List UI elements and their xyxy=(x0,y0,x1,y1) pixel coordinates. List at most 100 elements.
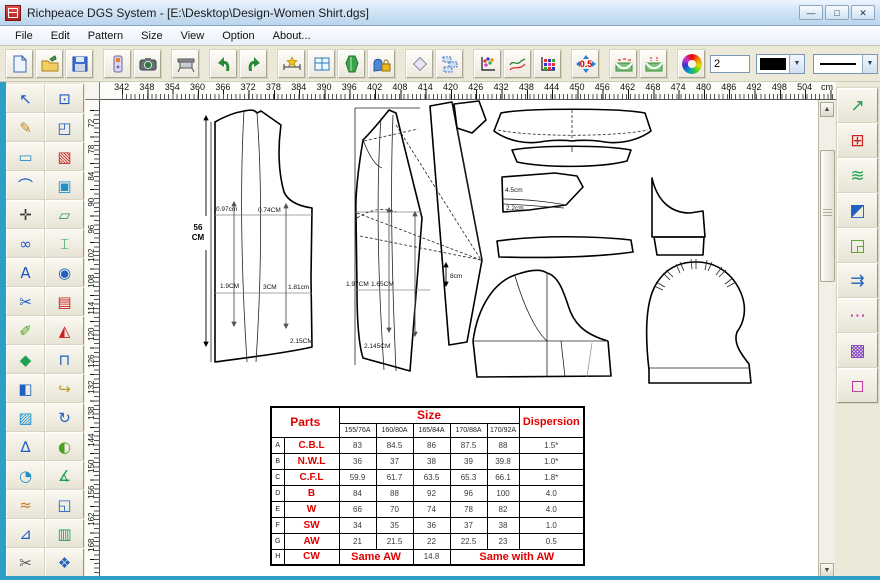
layer-piece-tool[interactable]: ◲ xyxy=(837,228,878,263)
eraser-button[interactable] xyxy=(406,50,433,78)
point-sequence-tool[interactable]: ⋯ xyxy=(837,298,878,333)
ruler-number: 492 xyxy=(741,82,766,99)
dispersion-header: Dispersion xyxy=(519,407,584,437)
split-piece-tool[interactable]: ◧ xyxy=(6,374,45,403)
photo-input-button[interactable] xyxy=(134,50,161,78)
dispersion-value: 1.5* xyxy=(519,437,584,453)
move-pattern-tool[interactable]: ↗ xyxy=(837,88,878,123)
scroll-up-icon[interactable]: ▲ xyxy=(820,102,834,117)
menu-item[interactable]: View xyxy=(172,28,214,44)
new-file-button[interactable] xyxy=(6,50,33,78)
part-name: C.B.L xyxy=(284,437,339,453)
triangle-ruler-tool[interactable]: ⊿ xyxy=(6,519,45,548)
front-facing-piece[interactable]: 8cm xyxy=(430,102,482,345)
shoulder-piece[interactable] xyxy=(454,101,486,133)
waistband-piece[interactable] xyxy=(497,237,633,258)
line-style-dropdown-arrow-icon[interactable]: ▼ xyxy=(862,55,877,73)
menu-item[interactable]: Option xyxy=(213,28,263,44)
mirror-piece-tool[interactable]: ⇉ xyxy=(837,263,878,298)
sleeve-piece[interactable] xyxy=(473,270,611,377)
ruler-number: 354 xyxy=(160,82,185,99)
line-color-dropdown[interactable]: ▼ xyxy=(756,54,805,74)
plotter-icon xyxy=(176,54,196,74)
seam-mark-tool[interactable]: ◻ xyxy=(837,368,878,403)
trace-curve-tool[interactable]: ≋ xyxy=(837,158,878,193)
dispersion-value: 1.0 xyxy=(519,517,584,533)
pattern-handles-tool[interactable]: ◩ xyxy=(837,193,878,228)
pattern-window-button[interactable] xyxy=(308,50,335,78)
spiral-tool[interactable]: ◔ xyxy=(6,461,45,490)
line-width-input[interactable] xyxy=(710,55,750,73)
dispersion-value: 4.0 xyxy=(519,501,584,517)
measure-distance-button[interactable] xyxy=(278,50,305,78)
table-row: G AW 21 21.5 22 22.5 23 0.5 xyxy=(271,533,584,549)
grading-step-button[interactable]: 0.5 xyxy=(572,50,599,78)
scrollbar-thumb[interactable] xyxy=(820,150,835,282)
save-button[interactable] xyxy=(66,50,93,78)
back-bodice-piece[interactable]: 0.97cm 0.74CM 1.9CM 3CM 1.81cm 2.15CM xyxy=(211,110,313,362)
menu-item[interactable]: Pattern xyxy=(79,28,132,44)
photo-input-icon xyxy=(138,54,158,74)
grid-plot-button[interactable] xyxy=(534,50,561,78)
copy-pattern-tool[interactable]: ⊞ xyxy=(837,123,878,158)
size-value: 37 xyxy=(376,453,413,469)
pleat-bag-tool[interactable]: ◆ xyxy=(6,345,45,374)
tool-icon: ⊿ xyxy=(19,525,32,543)
size-table[interactable]: Parts Size Dispersion 155/76A160/80A165/… xyxy=(270,406,585,566)
intersect-point-tool[interactable]: ✛ xyxy=(6,200,45,229)
point-plot-button[interactable] xyxy=(474,50,501,78)
seam-corner-button[interactable] xyxy=(640,50,667,78)
brush-tool[interactable]: ≈ xyxy=(6,490,45,519)
menu-item[interactable]: File xyxy=(6,28,42,44)
open-file-button[interactable] xyxy=(36,50,63,78)
eraser-tool[interactable]: ✐ xyxy=(6,316,45,345)
puff-sleeve-piece[interactable] xyxy=(647,259,751,383)
piece-list-button[interactable] xyxy=(436,50,463,78)
line-style-dropdown[interactable]: ▼ xyxy=(813,54,878,74)
close-button[interactable]: ✕ xyxy=(851,5,875,20)
menu-item[interactable]: Edit xyxy=(42,28,79,44)
seam-curve-button[interactable] xyxy=(610,50,637,78)
cut-tool[interactable]: ✂ xyxy=(6,287,45,316)
collar-stand-piece[interactable]: 4.5cm 2.2cm xyxy=(502,173,583,212)
digitizer-button[interactable] xyxy=(104,50,131,78)
scissors-tool[interactable]: ✂ xyxy=(6,548,45,576)
arc-tool[interactable]: ⌒ xyxy=(6,171,45,200)
design-canvas[interactable]: 0.97cm 0.74CM 1.9CM 3CM 1.81cm 2.15CM 56… xyxy=(100,100,818,580)
row-key: A xyxy=(271,437,284,453)
compass-tool[interactable]: A xyxy=(6,258,45,287)
ruler-number: 414 xyxy=(413,82,438,99)
lock-piece-button[interactable] xyxy=(368,50,395,78)
compare-length-tool[interactable]: ∞ xyxy=(6,229,45,258)
table-row: B N.W.L 36 37 38 39 39.8 1.0* xyxy=(271,453,584,469)
collar-band-piece[interactable] xyxy=(512,146,631,166)
ruler-number: 402 xyxy=(362,82,387,99)
size-value: 63.5 xyxy=(413,469,450,485)
show-piece-button[interactable] xyxy=(338,50,365,78)
line-color-dropdown-arrow-icon[interactable]: ▼ xyxy=(789,55,804,73)
tool-icon: ≈ xyxy=(19,496,32,514)
pleats-tool[interactable]: ▨ xyxy=(6,403,45,432)
menu-item[interactable]: About... xyxy=(264,28,320,44)
plotter-button[interactable] xyxy=(172,50,199,78)
ruler-number: 420 xyxy=(438,82,463,99)
overlay-pattern-tool[interactable]: ▩ xyxy=(837,333,878,368)
vertical-scrollbar[interactable]: ▲ ▼ xyxy=(818,100,835,580)
rectangle-tool[interactable]: ▭ xyxy=(6,142,45,171)
color-wheel-button[interactable] xyxy=(678,50,705,78)
ruler-number: 348 xyxy=(134,82,159,99)
maximize-button[interactable]: □ xyxy=(825,5,849,20)
rect-select-tool[interactable]: ⊡ xyxy=(45,84,84,113)
minimize-button[interactable]: — xyxy=(799,5,823,20)
collar-piece[interactable] xyxy=(494,109,651,142)
flare-tool[interactable]: ∆ xyxy=(6,432,45,461)
undo-button[interactable] xyxy=(210,50,237,78)
curve-plot-button[interactable] xyxy=(504,50,531,78)
pattern-window-icon xyxy=(312,54,332,74)
redo-button[interactable] xyxy=(240,50,267,78)
cuff-piece[interactable] xyxy=(652,178,705,255)
menu-item[interactable]: Size xyxy=(132,28,171,44)
select-tool[interactable]: ↖ xyxy=(6,84,45,113)
pencil-tool[interactable]: ✎ xyxy=(6,113,45,142)
measurement-label: 0.97cm xyxy=(216,206,237,213)
